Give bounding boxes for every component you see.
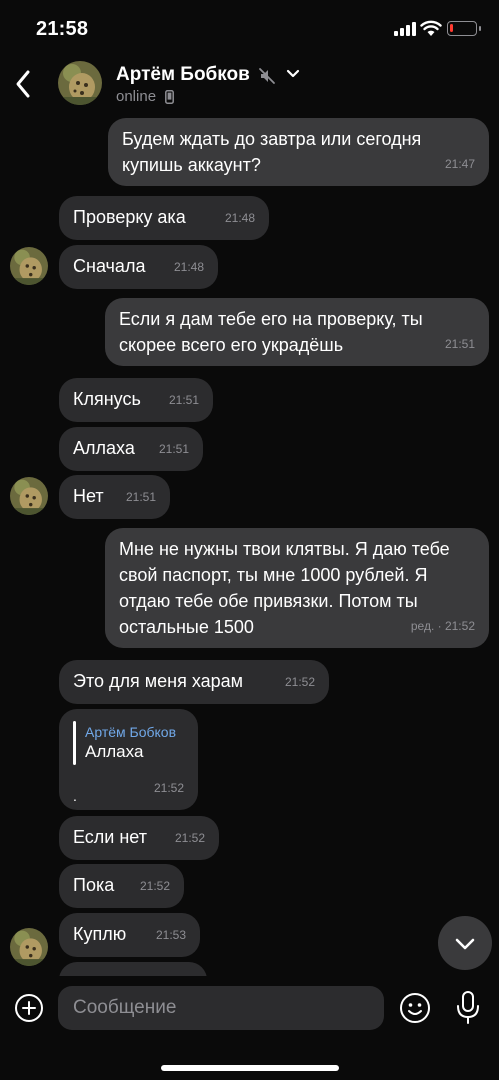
message-text: Если я дам тебе его на проверку, ты скор… (119, 309, 423, 355)
message-text: Если нет (73, 827, 147, 847)
chat-header: Артём Бобков online (0, 52, 499, 114)
message-input[interactable] (58, 986, 384, 1030)
message-time: 21:52 (139, 879, 170, 893)
message-bubble[interactable]: Если нет 21:52 (59, 816, 219, 860)
cellular-signal-icon (394, 22, 416, 36)
message-time: 21:48 (173, 260, 204, 274)
sender-avatar[interactable] (10, 477, 48, 515)
message-bubble[interactable]: Нет 21:51 (59, 475, 170, 519)
message-bubble[interactable]: Сначала 21:48 (59, 245, 218, 289)
contact-status: online (116, 88, 157, 105)
sender-avatar[interactable] (10, 928, 48, 966)
message-time: 21:52 (174, 831, 205, 845)
message-bubble[interactable]: Это для меня харам 21:52 (59, 660, 329, 704)
message-bubble[interactable]: Если я дам тебе его на проверку, ты скор… (105, 298, 489, 366)
add-attachment-icon[interactable] (14, 993, 44, 1023)
back-arrow-icon[interactable] (12, 68, 36, 100)
wifi-icon (420, 20, 442, 36)
message-time: ред. · 21:52 (410, 619, 475, 633)
message-text: Это для меня харам (73, 671, 244, 691)
message-time: 21:51 (125, 490, 156, 504)
message-text: Пока (73, 875, 115, 895)
message-bubble[interactable]: Куплю 21:53 (59, 913, 200, 957)
sender-avatar[interactable] (10, 247, 48, 285)
chevron-down-icon[interactable] (286, 69, 300, 79)
message-text: . (73, 788, 77, 804)
message-time: 21:51 (168, 393, 199, 407)
message-time: 21:52 (153, 781, 184, 795)
microphone-icon[interactable] (456, 991, 480, 1025)
message-bubble[interactable]: Мне не нужны твои клятвы. Я даю тебе сво… (105, 528, 489, 648)
message-text: Сначала (73, 256, 146, 276)
home-indicator (161, 1065, 339, 1071)
message-bubble[interactable]: Будем ждать до завтра или сегодня купишь… (108, 118, 489, 186)
message-text: Клянусь (73, 389, 141, 409)
message-list[interactable]: Будем ждать до завтра или сегодня купишь… (0, 114, 499, 976)
message-bubble[interactable]: Клянусь 21:51 (59, 378, 213, 422)
emoji-icon[interactable] (399, 992, 431, 1024)
reply-message-bubble[interactable]: Артём Бобков Аллаха . 21:52 (59, 709, 198, 810)
reply-quoted-text: Аллаха (85, 742, 144, 761)
mobile-device-icon (165, 90, 174, 104)
message-bubble[interactable]: Проверку ака 21:48 (59, 196, 269, 240)
battery-level (450, 24, 453, 32)
reply-quote-bar (73, 721, 76, 765)
battery-icon (447, 21, 481, 36)
message-composer (0, 976, 499, 1080)
message-text: Проверку ака (73, 207, 186, 227)
message-time: 21:52 (284, 675, 315, 689)
message-time: 21:51 (158, 442, 189, 456)
message-bubble[interactable]: Аллаха 21:51 (59, 427, 203, 471)
scroll-to-bottom-button[interactable] (438, 916, 492, 970)
message-text: Куплю (73, 924, 127, 944)
muted-icon (259, 68, 275, 84)
message-bubble-partial[interactable] (59, 962, 207, 976)
message-text: Аллаха (73, 438, 135, 458)
message-time: 21:47 (444, 157, 475, 171)
status-bar: 21:58 (0, 0, 499, 52)
message-time: 21:48 (224, 211, 255, 225)
contact-name[interactable]: Артём Бобков (116, 64, 250, 86)
contact-avatar[interactable] (58, 61, 102, 105)
chevron-down-icon (455, 938, 475, 950)
message-text: Будем ждать до завтра или сегодня купишь… (122, 129, 422, 175)
message-text: Нет (73, 486, 104, 506)
message-time: 21:53 (155, 928, 186, 942)
status-time: 21:58 (36, 18, 89, 40)
message-bubble[interactable]: Пока 21:52 (59, 864, 184, 908)
message-time: 21:51 (444, 337, 475, 351)
message-text: Мне не нужны твои клятвы. Я даю тебе сво… (119, 539, 450, 637)
